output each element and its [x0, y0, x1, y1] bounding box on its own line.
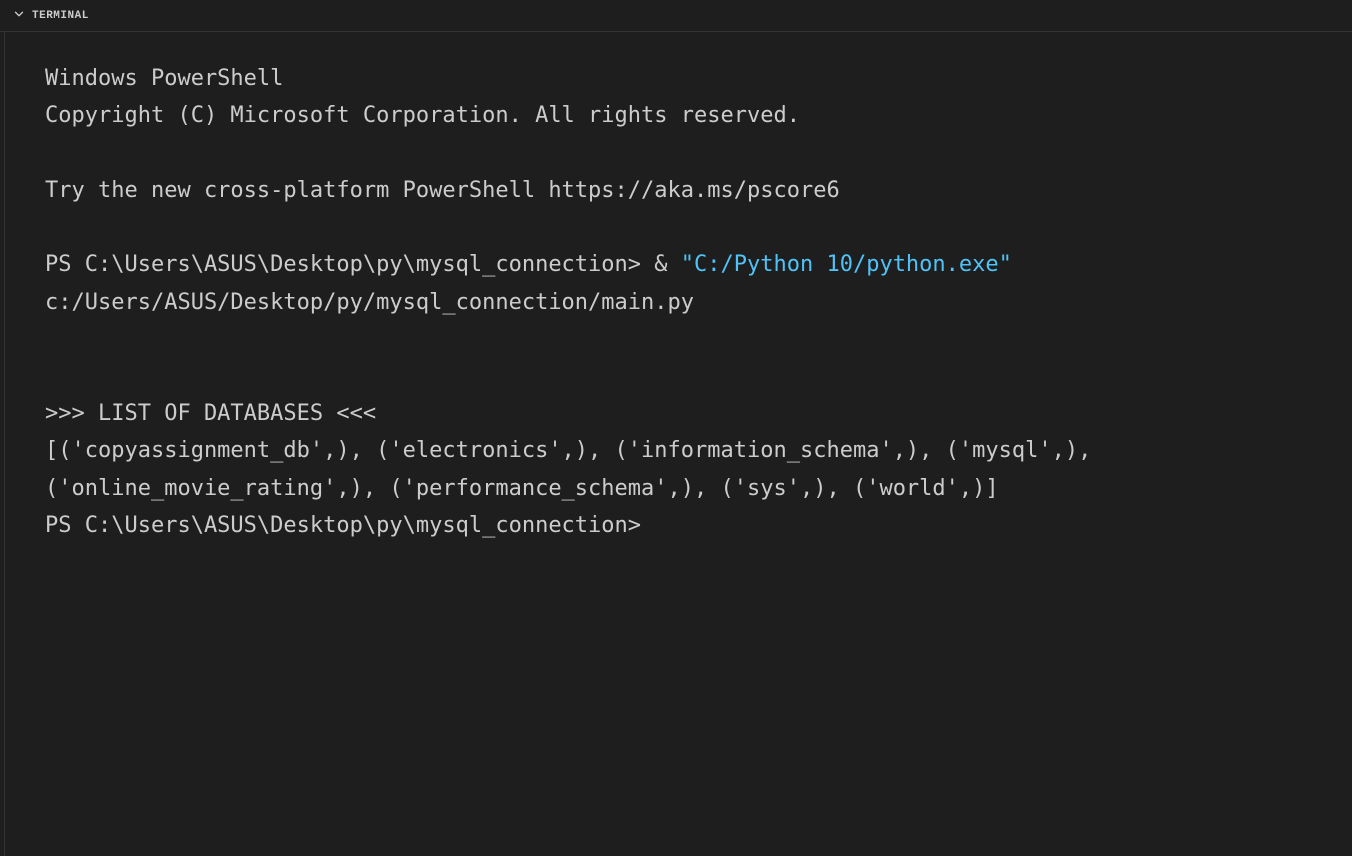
- chevron-down-icon: [12, 7, 26, 25]
- terminal-empty-line: [45, 358, 1312, 395]
- terminal-output-header: >>> LIST OF DATABASES <<<: [45, 395, 1312, 432]
- terminal-output-line: Try the new cross-platform PowerShell ht…: [45, 172, 1312, 209]
- terminal-empty-line: [45, 209, 1312, 246]
- terminal-prompt: PS C:\Users\ASUS\Desktop\py\mysql_connec…: [45, 507, 1312, 544]
- python-executable-path: "C:/Python 10/python.exe": [681, 252, 1012, 277]
- terminal-output-line: Copyright (C) Microsoft Corporation. All…: [45, 97, 1312, 134]
- panel-title: TERMINAL: [32, 10, 89, 22]
- prompt-prefix: PS C:\Users\ASUS\Desktop\py\mysql_connec…: [45, 252, 681, 277]
- terminal-body[interactable]: Windows PowerShell Copyright (C) Microso…: [4, 32, 1352, 856]
- terminal-output-line: Windows PowerShell: [45, 60, 1312, 97]
- terminal-empty-line: [45, 321, 1312, 358]
- terminal-command-line: PS C:\Users\ASUS\Desktop\py\mysql_connec…: [45, 246, 1312, 321]
- terminal-output-data: [('copyassignment_db',), ('electronics',…: [45, 432, 1312, 507]
- terminal-empty-line: [45, 135, 1312, 172]
- panel-header[interactable]: TERMINAL: [0, 0, 1352, 32]
